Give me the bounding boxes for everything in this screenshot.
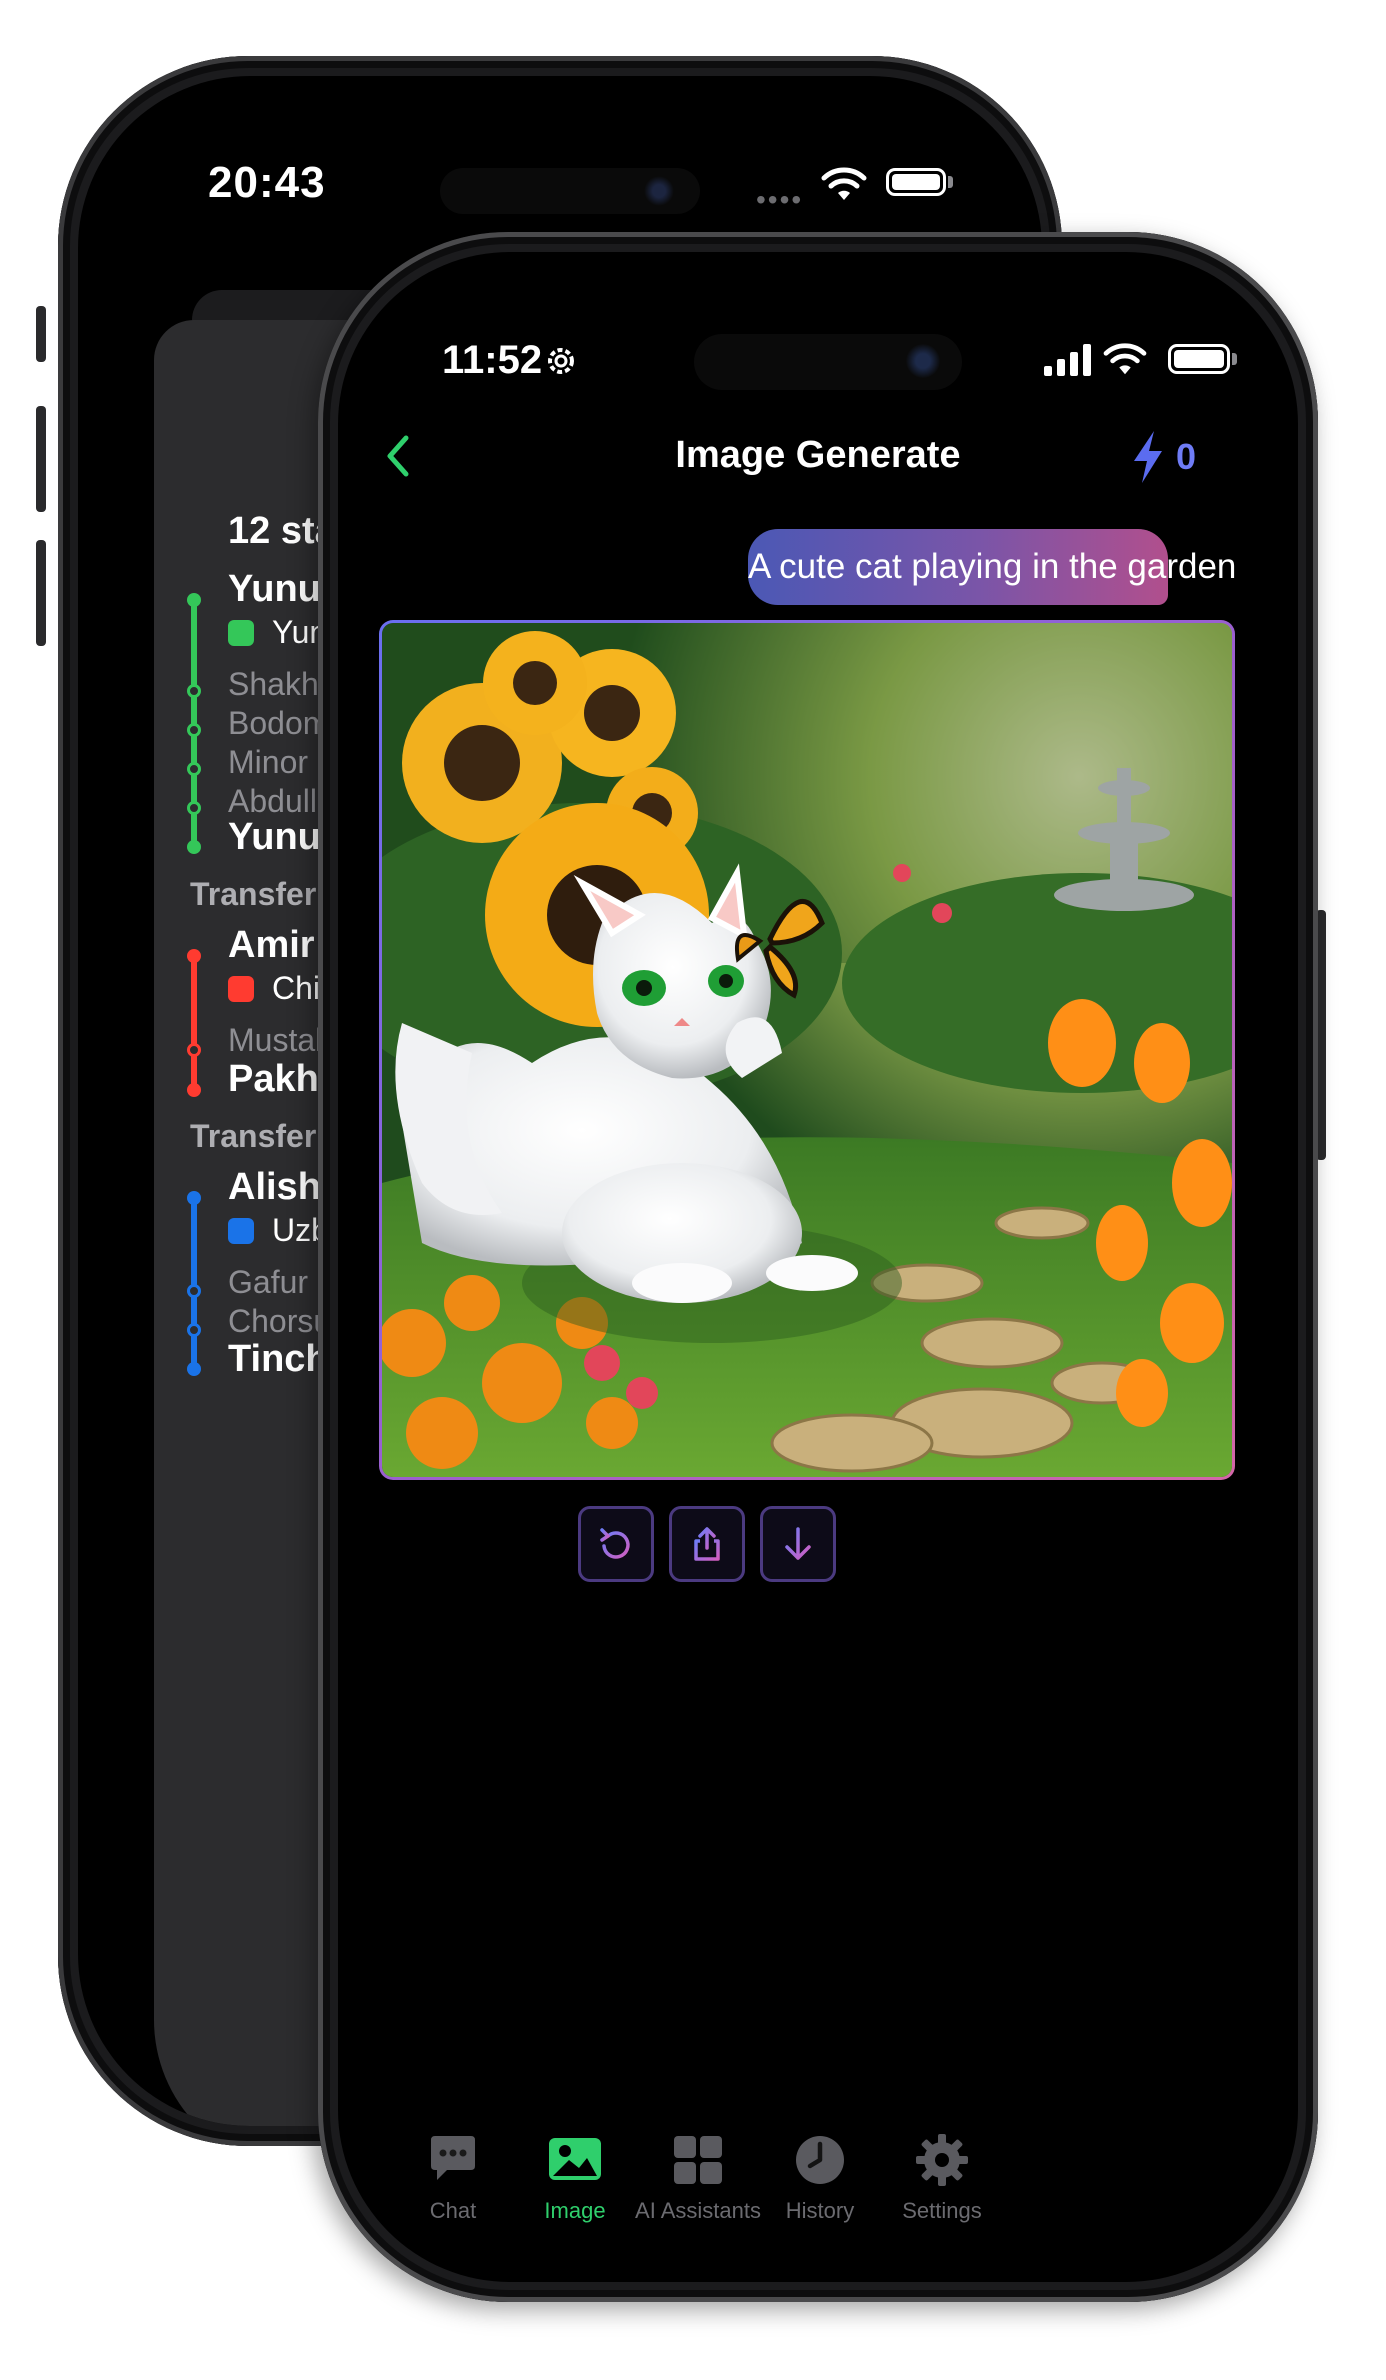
route-stop-dot (187, 1284, 201, 1298)
prompt-bubble: A cute cat playing in the garden (748, 529, 1236, 605)
image-icon (549, 2138, 601, 2180)
status-bar: 11:52 (338, 334, 1298, 390)
battery-tip (1232, 353, 1237, 365)
route-stop-dot (187, 801, 201, 815)
clock-icon (796, 2136, 844, 2184)
back-phone-side-button (36, 306, 46, 362)
back-status-time: 20:43 (208, 158, 326, 207)
cellular-signal-icon (1044, 344, 1091, 376)
share-button[interactable] (669, 1506, 745, 1582)
generated-image[interactable] (382, 623, 1232, 1477)
share-icon (694, 1527, 720, 1561)
station-stop: Minor (228, 744, 309, 780)
line-color-square (228, 976, 254, 1002)
tab-label: Settings (902, 2198, 982, 2223)
regenerate-icon (600, 1528, 630, 1559)
credits-badge[interactable]: 0 (1128, 422, 1196, 492)
download-button[interactable] (760, 1506, 836, 1582)
route-stop-dot (187, 593, 201, 607)
gear-icon (548, 348, 574, 374)
route-stop-dot (187, 949, 201, 963)
back-status-bar: 20:43 •••• (78, 158, 1042, 218)
route-stop-dot (187, 723, 201, 737)
chat-bubble-icon (431, 2136, 475, 2180)
tab-bar: Chat Image AI Assistants History Setting… (338, 2132, 1298, 2242)
route-line-red (191, 956, 197, 1090)
download-icon (785, 1527, 811, 1560)
route-stop-dot (187, 684, 201, 698)
route-stop-dot (187, 1191, 201, 1205)
battery-icon (886, 168, 946, 196)
station-stop: Chorsu (228, 1303, 332, 1339)
battery-icon (1168, 344, 1230, 374)
regenerate-button[interactable] (578, 1506, 654, 1582)
front-phone-screen: 11:52 Image Generate 0 A cute cat playin… (338, 252, 1298, 2282)
no-signal-dots-icon: •••• (756, 184, 804, 215)
back-camera (644, 176, 674, 206)
route-stop-dot (187, 1362, 201, 1376)
lightning-bolt-icon (1134, 431, 1162, 483)
route-stop-dot (187, 840, 201, 854)
route-stop-dot (187, 1043, 201, 1057)
image-actions (338, 1506, 1298, 1582)
front-camera (906, 344, 940, 378)
wifi-icon (1103, 343, 1147, 375)
route-stop-dot (187, 762, 201, 776)
line-color-square (228, 1218, 254, 1244)
nav-bar: Image Generate 0 (338, 422, 1298, 492)
status-time: 11:52 (442, 338, 543, 382)
front-phone: 11:52 Image Generate 0 A cute cat playin… (318, 232, 1318, 2302)
route-stop-dot (187, 1083, 201, 1097)
credits-count: 0 (1176, 436, 1197, 477)
line-color-square (228, 620, 254, 646)
gear-icon (916, 2134, 968, 2186)
route-stop-dot (187, 1323, 201, 1337)
generated-image-frame (379, 620, 1235, 1480)
wifi-icon (821, 167, 867, 200)
back-phone-volume-up (36, 406, 46, 512)
battery-tip (948, 176, 953, 188)
back-phone-volume-down (36, 540, 46, 646)
tab-settings[interactable]: Settings (852, 2132, 1032, 2224)
grid-icon (674, 2136, 722, 2184)
